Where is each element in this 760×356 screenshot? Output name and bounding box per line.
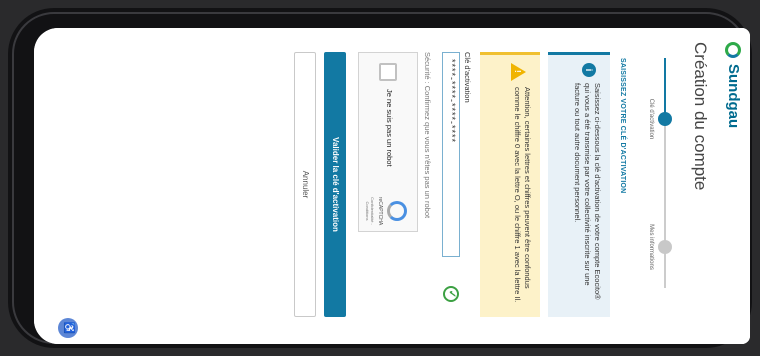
- info-icon: i: [582, 63, 596, 77]
- info-box: i Saisissez ci-dessous la clé d'activati…: [548, 52, 610, 317]
- accessibility-icon[interactable]: ♿: [58, 318, 78, 338]
- step-label-informations: Mes informations: [648, 224, 654, 270]
- brand-logo[interactable]: Sundgau: [725, 42, 742, 128]
- cancel-button[interactable]: Annuler: [294, 52, 316, 317]
- step-dot-informations: [658, 240, 672, 254]
- check-circle-icon: ✓: [443, 286, 459, 302]
- warning-icon-mark: !: [513, 70, 522, 73]
- progress-stepper: Clé d'activation Mes informations: [636, 58, 676, 308]
- stepper-track-active: [664, 58, 666, 118]
- recaptcha-widget: Je ne suis pas un robot reCAPTCHA Confid…: [358, 52, 418, 232]
- step-dot-activation: [658, 112, 672, 126]
- recaptcha-label: Je ne suis pas un robot: [385, 89, 394, 167]
- recaptcha-brand: reCAPTCHA: [377, 196, 383, 226]
- phone-screen: Sundgau Création du compte Clé d'activat…: [34, 28, 750, 344]
- section-heading: SAISISSEZ VOTRE CLÉ D'ACTIVATION: [619, 58, 626, 194]
- recaptcha-checkbox[interactable]: [379, 63, 397, 81]
- validate-key-button[interactable]: Valider la clé d'activation: [324, 52, 346, 317]
- page-title: Création du compte: [691, 42, 710, 191]
- warning-text: Attention, certaines lettres et chiffres…: [513, 87, 532, 303]
- phone-frame: Sundgau Création du compte Clé d'activat…: [8, 8, 752, 348]
- sundgau-logo-icon: [725, 42, 742, 58]
- recaptcha-links[interactable]: Confidentialité - Conditions: [365, 193, 375, 229]
- brand-name: Sundgau: [725, 64, 742, 129]
- step-label-activation: Clé d'activation: [648, 98, 654, 140]
- info-text: Saisissez ci-dessous la clé d'activation…: [573, 83, 602, 300]
- security-text: Sécurité : Confirmez que vous n'êtes pas…: [423, 52, 432, 219]
- warning-box: ! Attention, certaines lettres et chiffr…: [480, 52, 540, 317]
- activation-key-input[interactable]: ****-****-****-****: [442, 52, 460, 257]
- app-viewport: Sundgau Création du compte Clé d'activat…: [34, 28, 750, 344]
- activation-key-label: Clé d'activation: [463, 52, 472, 103]
- recaptcha-icon: [387, 201, 407, 221]
